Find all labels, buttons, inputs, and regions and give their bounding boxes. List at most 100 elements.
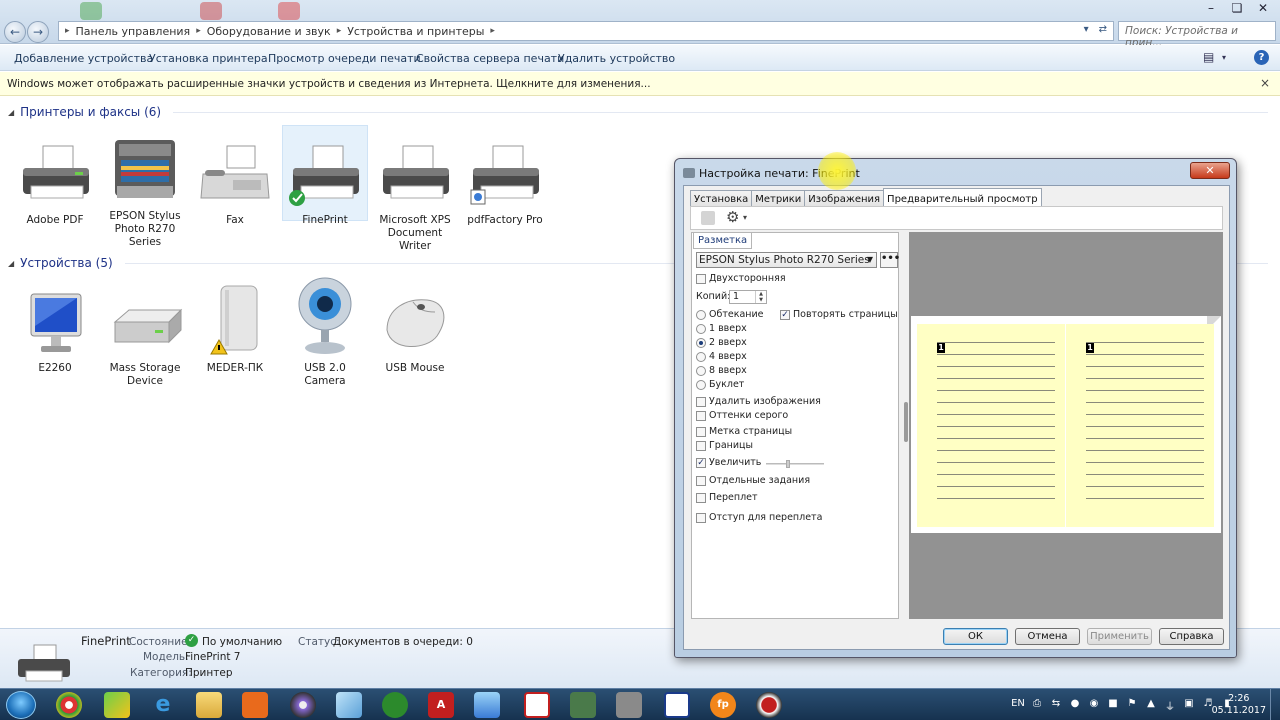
printer-more-button[interactable]: ••• [880,252,900,268]
utorrent-icon[interactable] [382,692,408,718]
radio-button[interactable] [696,379,706,390]
usb-icon[interactable]: ⏚ [1163,698,1177,713]
clock[interactable]: 2:26 05.11.2017 [1212,693,1266,717]
info-bar[interactable]: Windows может отображать расширенные зна… [0,72,1280,96]
document-icon[interactable] [664,692,690,718]
dialog-close-button[interactable]: ✕ [1190,162,1230,179]
close-icon[interactable]: ✕ [1250,0,1276,18]
breadcrumb-hardware[interactable]: Оборудование и звук [207,25,331,38]
tab-layout[interactable]: Разметка [693,233,753,249]
folder-icon[interactable] [196,692,222,718]
add-printer-button[interactable]: Установка принтера [149,52,268,65]
chevron-down-icon[interactable]: ▾ [743,213,747,222]
control-panel-icon[interactable] [474,692,500,718]
copies-stepper[interactable]: 1 ▲ ▼ [729,290,767,304]
device-adobe-pdf[interactable]: Adobe PDF [12,142,98,227]
app-icon[interactable] [570,692,596,718]
option-page-stamp[interactable]: Метка страницы [696,426,792,437]
help-icon[interactable]: ? [1254,50,1269,65]
chrome-icon[interactable] [56,692,82,718]
layout-radio-2up[interactable]: 2 вверх [696,337,747,348]
app-stack-icon[interactable] [104,692,130,718]
checkbox[interactable]: ✓ [696,457,706,468]
ie-icon[interactable]: e [150,692,176,718]
gear-icon[interactable]: ⚙ [726,208,739,226]
checkbox[interactable] [696,492,706,503]
checkbox[interactable] [696,475,706,486]
refresh-icon[interactable]: ⇄ [1099,24,1107,35]
info-bar-text[interactable]: Windows может отображать расширенные зна… [7,78,651,90]
collapse-icon[interactable]: ◢ [8,259,14,268]
device-fax[interactable]: Fax [192,142,278,227]
start-button[interactable] [6,691,36,719]
option-binding-margin[interactable]: Отступ для переплета [696,512,822,523]
breadcrumb-control-panel[interactable]: Панель управления [76,25,191,38]
checkbox[interactable] [696,512,706,523]
collapse-icon[interactable]: ◢ [8,108,14,117]
layout-radio-booklet[interactable]: Буклет [696,379,744,390]
layout-radio-8up[interactable]: 8 вверх [696,365,747,376]
dvd-icon[interactable] [290,692,316,718]
remove-device-button[interactable]: Удалить устройство [558,52,675,65]
breadcrumb-separator-icon[interactable]: ▸ [490,26,495,36]
option-remove-images[interactable]: Удалить изображения [696,396,821,407]
enlarge-slider[interactable] [766,460,824,468]
device-xps-writer[interactable]: Microsoft XPS Document Writer [372,142,458,253]
forward-button[interactable]: → [27,21,49,43]
info-close-icon[interactable]: × [1260,76,1270,90]
option-binding[interactable]: Переплет [696,492,758,503]
radio-button[interactable] [696,351,706,362]
printer-tray-icon[interactable]: ⎙ [1030,698,1044,713]
app-icon[interactable] [336,692,362,718]
layout-radio-1up[interactable]: 1 вверх [696,323,747,334]
add-device-button[interactable]: Добавление устройства [14,52,153,65]
address-bar[interactable]: ▸ Панель управления ▸ Оборудование и зву… [58,21,1114,41]
device-epson[interactable]: EPSON Stylus Photo R270 Series [102,138,188,249]
display-icon[interactable]: ▣ [1182,698,1196,713]
fineprint-icon[interactable]: fp [710,692,736,718]
print-server-properties-button[interactable]: Свойства сервера печати [416,52,564,65]
radio-button[interactable] [696,309,706,320]
printer-select[interactable]: EPSON Stylus Photo R270 Series ▼ [696,252,877,268]
adobe-icon[interactable]: A [428,692,454,718]
restore-icon[interactable]: ❏ [1224,0,1250,18]
tab-preview[interactable]: Предварительный просмотр [883,188,1042,208]
network-icon[interactable]: ⇆ [1049,698,1063,713]
device-monitor[interactable]: E2260 [12,290,98,375]
device-mouse[interactable]: USB Mouse [372,290,458,375]
recorder-icon[interactable] [756,692,782,718]
device-mass-storage[interactable]: Mass Storage Device [102,290,188,388]
checkbox[interactable] [696,426,706,437]
media-player-icon[interactable] [242,692,268,718]
checkbox[interactable] [696,396,706,407]
search-input[interactable]: Поиск: Устройства и прин... [1118,21,1276,49]
device-fineprint[interactable]: FinePrint [282,125,368,226]
layout-radio-wrap[interactable]: Обтекание [696,309,764,320]
show-desktop-button[interactable] [1270,689,1280,720]
printers-group-header[interactable]: ◢ Принтеры и факсы (6) [8,105,1268,119]
back-button[interactable]: ← [4,21,26,43]
radio-button[interactable] [696,365,706,376]
breadcrumb-separator-icon[interactable]: ▸ [337,26,342,36]
view-dropdown-icon[interactable]: ▾ [1222,53,1226,62]
stepper-arrows-icon[interactable]: ▲ ▼ [755,291,766,303]
duplex-option[interactable]: Двухсторонняя [696,273,786,284]
duplex-checkbox[interactable] [696,273,706,284]
view-options-icon[interactable]: ▤ [1203,50,1214,64]
breadcrumb-separator-icon[interactable]: ▸ [196,26,201,36]
layout-radio-4up[interactable]: 4 вверх [696,351,747,362]
option-separate-jobs[interactable]: Отдельные задания [696,475,810,486]
radio-button[interactable] [696,323,706,334]
breadcrumb-devices[interactable]: Устройства и принтеры [347,25,484,38]
address-dropdown-icon[interactable]: ▾ [1084,24,1089,35]
utorrent-tray-icon[interactable]: ● [1068,698,1082,713]
ok-button[interactable]: ОК [943,628,1008,645]
cancel-button[interactable]: Отмена [1015,628,1080,645]
app-tray-icon[interactable]: ■ [1106,698,1120,713]
checkbox[interactable] [696,410,706,421]
device-webcam[interactable]: USB 2.0 Camera [282,276,368,388]
breadcrumb-root-icon[interactable]: ▸ [65,26,70,36]
print-queue-button[interactable]: Просмотр очереди печати [268,52,421,65]
repeat-pages-option[interactable]: ✓ Повторять страницы [780,309,898,320]
checkbox[interactable] [696,440,706,451]
